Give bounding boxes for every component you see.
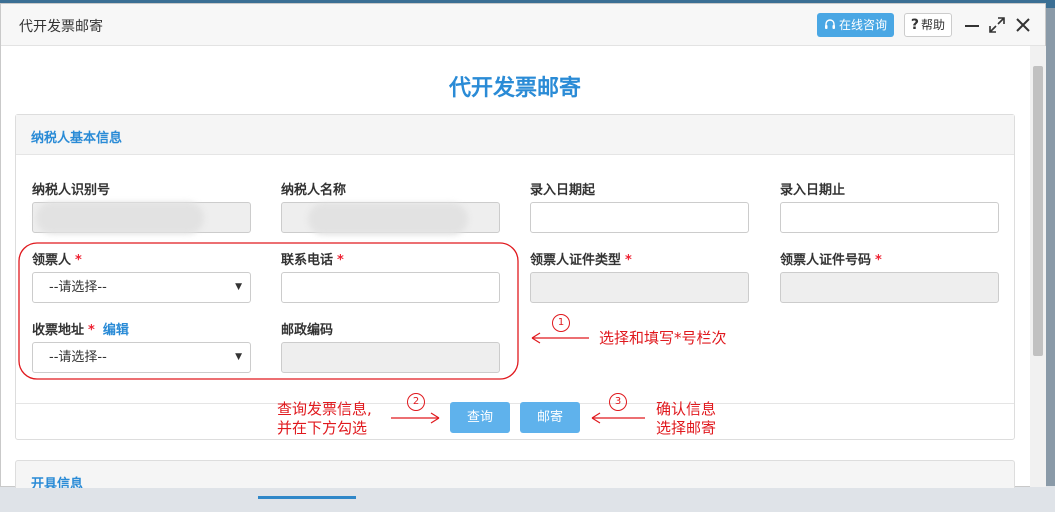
- step-2-badge: 2: [407, 393, 425, 411]
- headset-icon: [824, 19, 835, 29]
- dialog-title: 代开发票邮寄: [19, 19, 103, 35]
- mail-invoice-dialog: 代开发票邮寄 在线咨询 ? 帮助 代开发票邮寄 纳税人基本信息 纳税人识别号 纳…: [0, 3, 1046, 488]
- dialog-titlebar: 代开发票邮寄 在线咨询 ? 帮助: [1, 4, 1045, 46]
- vertical-scrollbar[interactable]: [1030, 46, 1046, 487]
- active-tab-indicator: [258, 496, 356, 499]
- arrow-2: [391, 412, 440, 424]
- arrow-1: [531, 332, 589, 344]
- required-fields-highlight: [18, 242, 519, 380]
- help-button[interactable]: ? 帮助: [904, 13, 952, 37]
- step-3-badge: 3: [609, 393, 627, 411]
- background-tabbar: [0, 486, 1055, 512]
- maximize-icon[interactable]: [988, 16, 1006, 34]
- step-2-note-line1: 查询发票信息,: [277, 400, 372, 418]
- annotation-overlay: [18, 242, 645, 424]
- arrow-3: [591, 412, 645, 424]
- step-3-note-line1: 确认信息: [656, 400, 717, 418]
- minimize-icon[interactable]: [963, 16, 981, 34]
- help-icon: ?: [910, 17, 920, 33]
- online-consult-button[interactable]: 在线咨询: [817, 13, 894, 37]
- close-icon[interactable]: [1014, 16, 1032, 34]
- online-consult-label: 在线咨询: [838, 18, 887, 32]
- scrollbar-thumb[interactable]: [1033, 66, 1043, 356]
- dialog-content: 代开发票邮寄 纳税人基本信息 纳税人识别号 纳税人名称 录入日期起 录入日期止 …: [1, 46, 1029, 488]
- step-3-note-line2: 选择邮寄: [656, 419, 717, 437]
- help-label: 帮助: [921, 18, 946, 32]
- step-2-note-line2: 并在下方勾选: [277, 419, 368, 437]
- step-1-badge: 1: [552, 314, 570, 332]
- step-1-note: 选择和填写*号栏次: [599, 329, 727, 347]
